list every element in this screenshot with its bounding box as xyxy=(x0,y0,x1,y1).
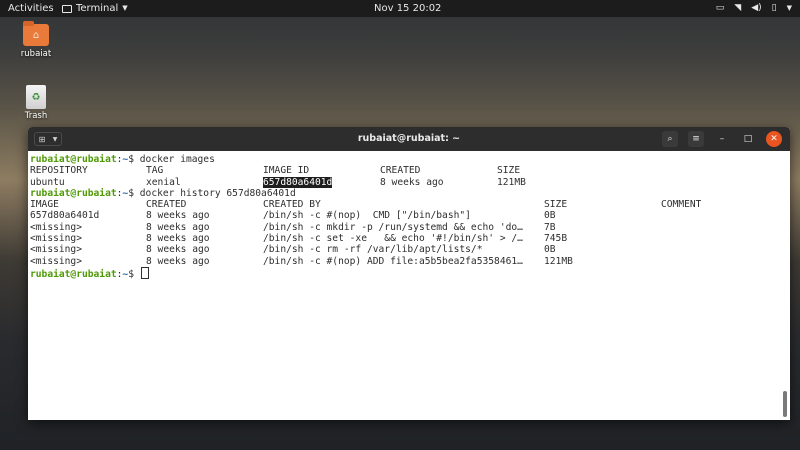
cell-created: 8 weeks ago xyxy=(146,221,210,233)
terminal-icon xyxy=(62,4,72,13)
battery-icon[interactable]: ▯ xyxy=(772,0,777,17)
cell-created-by: /bin/sh -c mkdir -p /run/systemd && echo… xyxy=(263,221,523,233)
command-line: rubaiat@rubaiat:~$ docker history 657d80… xyxy=(30,187,296,199)
table-row: ubuntu xenial 657d80a6401d 8 weeks ago 121MB xyxy=(30,176,788,188)
cell-created: 8 weeks ago xyxy=(146,210,210,222)
prompt-path: ~ xyxy=(122,268,129,280)
cell-image: <missing> xyxy=(30,233,82,245)
cell-size: 121MB xyxy=(497,176,526,188)
cell-created: 8 weeks ago xyxy=(146,244,210,256)
desktop-icon-home[interactable]: ⌂ rubaiat xyxy=(11,21,61,59)
hamburger-menu-icon: ≡ xyxy=(692,134,700,144)
cell-tag: xenial xyxy=(146,176,181,188)
column-header: IMAGE ID xyxy=(263,165,310,177)
text-cursor[interactable] xyxy=(140,266,149,279)
maximize-icon: □ xyxy=(743,134,753,144)
cell-repository: ubuntu xyxy=(30,176,65,188)
cell-image-id-selected[interactable]: 657d80a6401d xyxy=(263,176,333,188)
app-menu-label: Terminal xyxy=(76,3,119,14)
history-header-row: IMAGE CREATED CREATED BY SIZE COMMENT xyxy=(30,199,788,210)
volume-icon[interactable]: ◀) xyxy=(751,0,761,17)
cell-size: 121MB xyxy=(544,255,573,267)
cell-image: 657d80a6401d xyxy=(30,210,100,222)
close-button[interactable]: ✕ xyxy=(766,131,782,147)
cell-image: <missing> xyxy=(30,221,82,233)
cell-created-by: /bin/sh -c #(nop) ADD file:a5b5bea2fa535… xyxy=(263,255,523,267)
cell-created: 8 weeks ago xyxy=(380,176,444,188)
trash-icon: ♻ xyxy=(26,85,46,109)
cell-image-id-wrap: 657d80a6401d xyxy=(263,176,380,188)
cell-created-by: /bin/sh -c rm -rf /var/lib/apt/lists/* xyxy=(263,244,483,256)
prompt-user: rubaiat@rubaiat xyxy=(30,268,117,280)
desktop-icon-label: Trash xyxy=(24,111,48,121)
cell-image: <missing> xyxy=(30,244,82,256)
column-header: SIZE xyxy=(497,165,521,177)
column-header: IMAGE xyxy=(30,199,59,211)
column-header: TAG xyxy=(146,165,164,177)
desktop-icon-label: rubaiat xyxy=(20,49,52,59)
window-controls: ⌕ ≡ – □ ✕ xyxy=(662,130,782,148)
title-bar[interactable]: ⊞ ▼ rubaiat@rubaiat: ~ ⌕ ≡ – □ ✕ xyxy=(28,127,790,151)
prompt-path: ~ xyxy=(122,187,129,199)
clock[interactable]: Nov 15 20:02 xyxy=(374,0,441,17)
table-row: 657d80a6401d 8 weeks ago/bin/sh -c #(nop)… xyxy=(30,210,788,221)
screen-icon[interactable]: ▭ xyxy=(716,0,725,17)
cell-image: <missing> xyxy=(30,255,82,267)
cell-size: 745B xyxy=(544,233,568,245)
search-button[interactable]: ⌕ xyxy=(662,131,678,147)
column-header: REPOSITORY xyxy=(30,165,88,177)
terminal-output[interactable]: rubaiat@rubaiat:~$ docker images REPOSIT… xyxy=(28,151,790,420)
cell-size: 0B xyxy=(544,244,556,256)
cell-created: 8 weeks ago xyxy=(146,255,210,267)
terminal-window: ⊞ ▼ rubaiat@rubaiat: ~ ⌕ ≡ – □ ✕ rubaiat… xyxy=(28,127,790,420)
cell-size: 0B xyxy=(544,210,556,222)
command-line[interactable]: rubaiat@rubaiat:~$ xyxy=(30,266,788,280)
cell-created-by: /bin/sh -c set -xe && echo '#!/bin/sh' >… xyxy=(263,233,523,245)
wifi-icon[interactable]: ◥ xyxy=(734,0,741,17)
cell-size: 7B xyxy=(544,221,556,233)
command-text: docker history 657d80a6401d xyxy=(139,187,296,199)
recycle-icon: ♻ xyxy=(31,92,41,103)
top-bar: Activities Terminal ▼ Nov 15 20:02 ▭ ◥ ◀… xyxy=(0,0,800,17)
column-header: SIZE xyxy=(544,199,568,211)
home-icon: ⌂ xyxy=(32,30,40,41)
column-header: CREATED BY xyxy=(263,199,321,211)
prompt-user: rubaiat@rubaiat xyxy=(30,154,117,165)
activities-button[interactable]: Activities xyxy=(8,0,54,17)
search-icon: ⌕ xyxy=(667,134,673,144)
table-row: <missing> 8 weeks ago/bin/sh -c #(nop) AD… xyxy=(30,256,788,267)
table-row: <missing> 8 weeks ago/bin/sh -c set -xe &… xyxy=(30,233,788,244)
column-header: CREATED xyxy=(146,199,187,211)
prompt-user: rubaiat@rubaiat xyxy=(30,187,117,199)
chevron-down-icon: ▼ xyxy=(122,4,128,12)
images-header-row: REPOSITORY TAG IMAGE ID CREATED SIZE xyxy=(30,165,788,176)
desktop-icon-trash[interactable]: ♻ Trash xyxy=(11,85,61,121)
cell-created-by: /bin/sh -c #(nop) CMD ["/bin/bash"] xyxy=(263,210,471,222)
menu-button[interactable]: ≡ xyxy=(688,131,704,147)
close-icon: ✕ xyxy=(770,134,778,144)
column-header: CREATED xyxy=(380,165,421,177)
cell-created: 8 weeks ago xyxy=(146,233,210,245)
column-header: COMMENT xyxy=(661,199,702,211)
home-folder-icon: ⌂ xyxy=(23,21,49,46)
command-line: rubaiat@rubaiat:~$ docker images xyxy=(30,154,215,165)
table-row: <missing> 8 weeks ago/bin/sh -c rm -rf /v… xyxy=(30,244,788,255)
prompt-path: ~ xyxy=(122,154,129,165)
scrollbar[interactable] xyxy=(783,391,787,417)
system-tray[interactable]: ▭ ◥ ◀) ▯ ▼ xyxy=(716,0,792,17)
command-text: docker images xyxy=(139,154,215,165)
chevron-down-icon[interactable]: ▼ xyxy=(787,0,792,17)
app-menu[interactable]: Terminal ▼ xyxy=(62,0,128,17)
minimize-icon: – xyxy=(719,134,725,144)
minimize-button[interactable]: – xyxy=(714,131,730,147)
maximize-button[interactable]: □ xyxy=(740,131,756,147)
table-row: <missing> 8 weeks ago/bin/sh -c mkdir -p … xyxy=(30,222,788,233)
